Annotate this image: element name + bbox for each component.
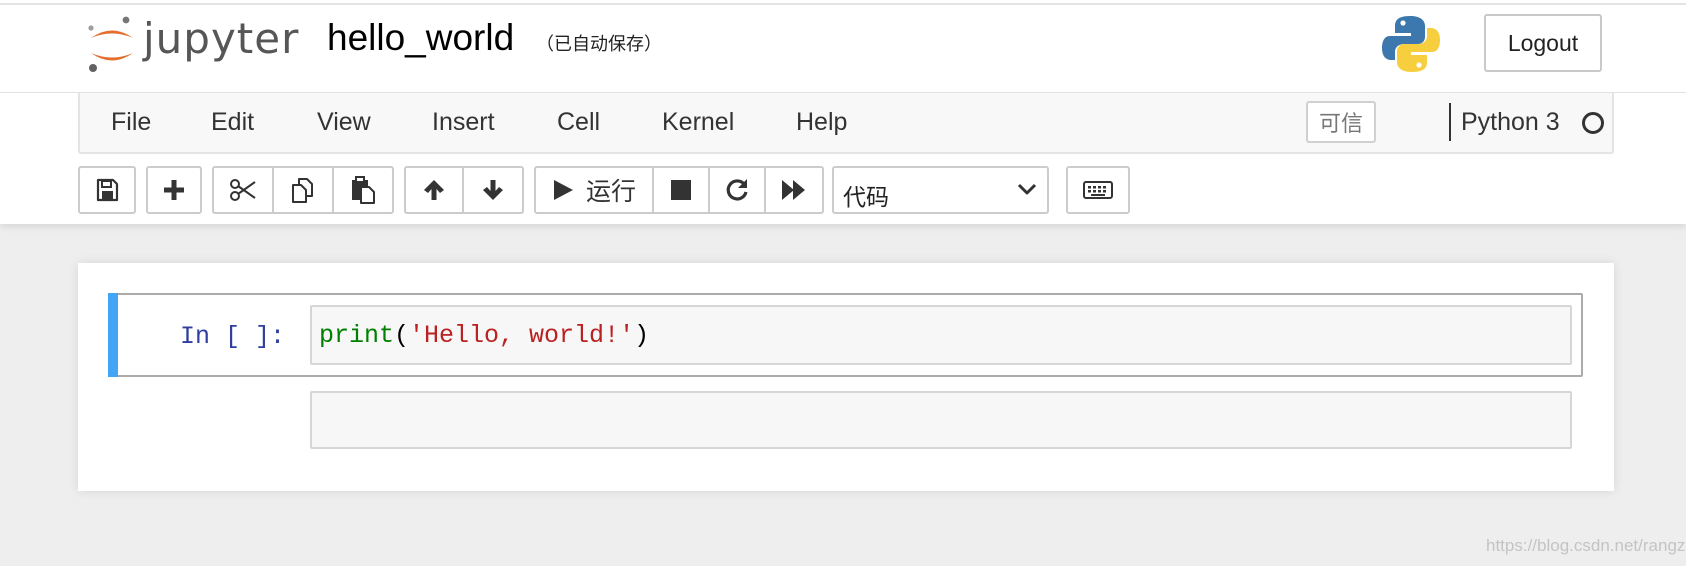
- play-icon: [554, 180, 573, 200]
- cell-selection-bar: [108, 293, 118, 377]
- trusted-badge[interactable]: 可信: [1306, 101, 1376, 143]
- cell-type-value: 代码: [843, 184, 889, 210]
- kernel-divider: [1449, 103, 1451, 141]
- menu-help[interactable]: Help: [796, 107, 847, 137]
- keyboard-icon: [1083, 181, 1113, 199]
- menu-edit[interactable]: Edit: [211, 107, 254, 137]
- run-button-label: 运行: [586, 178, 637, 206]
- run-button[interactable]: 运行: [534, 166, 654, 214]
- input-prompt: In [ ]:: [180, 322, 286, 351]
- cut-icon: [230, 179, 256, 201]
- code-paren-token: (: [394, 321, 410, 350]
- menubar: File Edit View Insert Cell Kernel Help 可…: [78, 93, 1614, 154]
- code-string-token: 'Hello, world!': [409, 321, 635, 350]
- interrupt-kernel-button[interactable]: [652, 166, 710, 214]
- move-down-button[interactable]: [462, 166, 524, 214]
- code-editor[interactable]: print('Hello, world!'): [310, 305, 1572, 365]
- code-paren-token: ): [634, 321, 650, 350]
- notebook-name[interactable]: hello_world: [327, 17, 514, 59]
- kernel-idle-indicator-icon: [1582, 112, 1604, 134]
- save-icon: [96, 178, 119, 202]
- move-up-button[interactable]: [404, 166, 464, 214]
- arrow-down-icon: [483, 180, 503, 200]
- paste-icon: [352, 176, 375, 204]
- command-palette-button[interactable]: [1066, 166, 1130, 214]
- jupyter-logo[interactable]: jupyter: [86, 14, 298, 74]
- menu-kernel[interactable]: Kernel: [662, 107, 734, 137]
- fast-forward-icon: [782, 180, 805, 200]
- header: jupyter hello_world （已自动保存） Logout File …: [0, 0, 1686, 224]
- code-builtin-token: print: [319, 321, 395, 350]
- chevron-down-icon: [1017, 183, 1037, 195]
- plus-icon: [164, 180, 184, 200]
- kernel-name: Python 3: [1461, 108, 1560, 136]
- watermark: https://blog.csdn.net/rangzh: [1486, 536, 1686, 555]
- stop-icon: [671, 180, 691, 200]
- empty-code-editor[interactable]: [310, 391, 1572, 449]
- top-rule: [0, 3, 1686, 5]
- python-logo-icon: [1382, 16, 1440, 72]
- menu-file[interactable]: File: [111, 107, 151, 137]
- paste-button[interactable]: [332, 166, 394, 214]
- logout-button[interactable]: Logout: [1484, 14, 1602, 72]
- menu-view[interactable]: View: [317, 107, 371, 137]
- save-button[interactable]: [78, 166, 136, 214]
- add-cell-button[interactable]: [146, 166, 202, 214]
- jupyter-logo-icon: [88, 16, 133, 72]
- code-cell[interactable]: In [ ]: print('Hello, world!'): [108, 293, 1583, 377]
- cell-type-select[interactable]: 代码: [832, 166, 1049, 214]
- menu-insert[interactable]: Insert: [432, 107, 495, 137]
- notebook-container: In [ ]: print('Hello, world!'): [78, 263, 1614, 491]
- restart-kernel-button[interactable]: [708, 166, 766, 214]
- autosave-status: （已自动保存）: [536, 34, 662, 54]
- restart-run-all-button[interactable]: [764, 166, 824, 214]
- restart-icon: [726, 179, 748, 201]
- jupyter-logo-text: jupyter: [143, 14, 300, 63]
- menu-cell[interactable]: Cell: [557, 107, 600, 137]
- copy-icon: [292, 178, 313, 203]
- cut-button[interactable]: [212, 166, 274, 214]
- arrow-up-icon: [424, 180, 444, 200]
- copy-button[interactable]: [272, 166, 334, 214]
